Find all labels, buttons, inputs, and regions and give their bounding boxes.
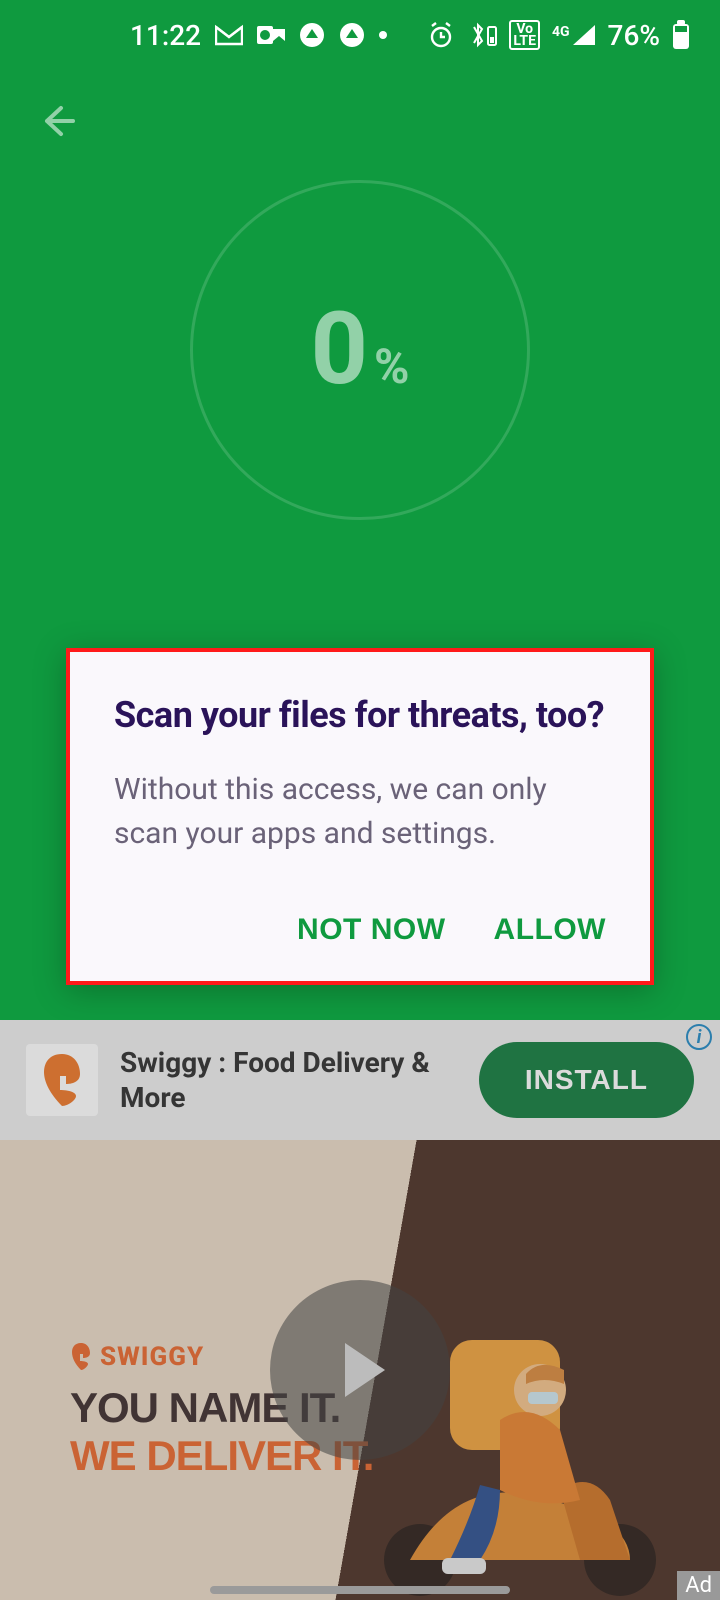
battery-icon — [672, 20, 690, 50]
ad-title: Swiggy : Food Delivery & More — [120, 1045, 457, 1115]
scan-progress-number: 0 — [311, 300, 368, 400]
scan-progress-ring: 0 % — [190, 180, 530, 520]
allow-button[interactable]: ALLOW — [494, 913, 606, 947]
permission-dialog: Scan your files for threats, too? Withou… — [66, 648, 654, 985]
ad-banner: i Swiggy : Food Delivery & More INSTALL — [0, 1020, 720, 1600]
notification-circle-icon — [339, 22, 365, 48]
bluetooth-battery-icon — [467, 21, 497, 49]
outlook-icon — [257, 23, 285, 47]
ad-info-icon[interactable]: i — [686, 1024, 712, 1050]
scan-progress-value: 0 % — [311, 300, 410, 400]
status-right: Vo LTE 4G 76% — [427, 19, 690, 52]
volte-icon: Vo LTE — [509, 20, 540, 50]
alarm-icon — [427, 21, 455, 49]
status-bar: 11:22 Vo LTE — [0, 0, 720, 70]
network-type: 4G — [552, 24, 570, 40]
more-notifications-dot-icon — [379, 31, 387, 39]
install-button[interactable]: INSTALL — [479, 1042, 694, 1118]
ad-header[interactable]: i Swiggy : Food Delivery & More INSTALL — [0, 1020, 720, 1140]
signal-icon: 4G — [552, 24, 596, 46]
dialog-actions: NOT NOW ALLOW — [114, 913, 606, 947]
ad-badge: Ad — [677, 1571, 720, 1600]
ad-video-area[interactable]: SWIGGY YOU NAME IT. WE DELIVER IT. Ad — [0, 1140, 720, 1600]
ad-brand-text: SWIGGY — [100, 1342, 204, 1372]
status-time: 11:22 — [130, 19, 201, 52]
notification-circle-icon — [299, 22, 325, 48]
dialog-title: Scan your files for threats, too? — [114, 694, 606, 736]
play-button[interactable] — [270, 1280, 450, 1460]
screen: 11:22 Vo LTE — [0, 0, 720, 1600]
back-button[interactable] — [28, 95, 84, 151]
swiggy-logo-icon — [70, 1342, 92, 1372]
ad-app-icon — [26, 1044, 98, 1116]
gesture-nav-bar[interactable] — [210, 1586, 510, 1594]
back-arrow-icon — [35, 100, 77, 146]
scan-progress-unit: % — [374, 343, 409, 391]
play-icon — [321, 1331, 399, 1409]
not-now-button[interactable]: NOT NOW — [297, 913, 445, 947]
battery-percent: 76% — [608, 19, 660, 52]
gmail-icon — [215, 24, 243, 46]
dialog-body: Without this access, we can only scan yo… — [114, 768, 606, 855]
volte-bot: LTE — [513, 35, 536, 47]
status-left: 11:22 — [130, 19, 387, 52]
